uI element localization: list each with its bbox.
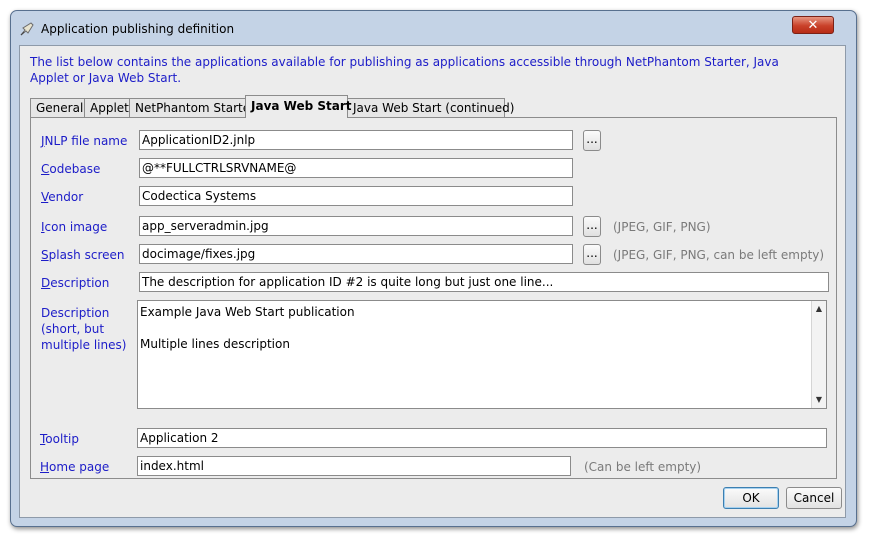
splash-screen-input[interactable]: docimage/fixes.jpg (139, 244, 573, 264)
dialog-client-area: The list below contains the applications… (19, 45, 846, 518)
tab-general[interactable]: General (30, 98, 85, 117)
jnlp-file-name-label: JNLP file name (41, 134, 128, 148)
vendor-label: Vendor (41, 190, 84, 204)
window-title: Application publishing definition (41, 22, 235, 36)
description-multiline-label: Description (short, but multiple lines) (41, 306, 127, 352)
tooltip-label: Tooltip (40, 432, 79, 446)
tab-java-web-start-continued[interactable]: Java Web Start (continued) (347, 98, 514, 117)
ok-button[interactable]: OK (723, 487, 779, 509)
jnlp-file-name-input[interactable]: ApplicationID2.jnlp (139, 130, 573, 150)
scroll-down-icon[interactable]: ▼ (812, 393, 826, 407)
scroll-up-icon[interactable]: ▲ (812, 302, 826, 316)
intro-text: The list below contains the applications… (30, 55, 779, 85)
vendor-input[interactable]: Codectica Systems (139, 186, 573, 206)
description-input[interactable]: The description for application ID #2 is… (139, 272, 829, 292)
codebase-label: Codebase (41, 162, 101, 176)
cancel-button[interactable]: Cancel (786, 487, 842, 509)
home-page-input[interactable]: index.html (137, 456, 571, 476)
home-page-label: Home page (40, 460, 110, 474)
close-button[interactable]: ✕ (792, 16, 834, 34)
icon-image-input[interactable]: app_serveradmin.jpg (139, 216, 573, 236)
tooltip-input[interactable]: Application 2 (137, 428, 827, 448)
close-icon: ✕ (807, 18, 819, 33)
icon-image-browse-button[interactable]: ... (583, 216, 601, 237)
jnlp-browse-button[interactable]: ... (583, 130, 601, 151)
splash-screen-hint: (JPEG, GIF, PNG, can be left empty) (613, 248, 825, 262)
tab-applet[interactable]: Applet (84, 98, 130, 117)
dialog-window: Application publishing definition ✕ The … (10, 10, 857, 527)
codebase-input[interactable]: @**FULLCTRLSRVNAME@ (139, 158, 573, 178)
description-label: Description (41, 276, 110, 290)
title-bar[interactable]: Application publishing definition ✕ (11, 11, 856, 45)
tab-panel: JNLP file name ApplicationID2.jnlp ... C… (30, 117, 837, 479)
home-page-hint: (Can be left empty) (584, 460, 702, 474)
icon-image-hint: (JPEG, GIF, PNG) (613, 220, 711, 234)
description-multiline-textarea[interactable]: Example Java Web Start publication Multi… (137, 300, 827, 409)
application-icon (20, 22, 34, 36)
icon-image-label: Icon image (41, 220, 108, 234)
vertical-scrollbar[interactable]: ▲ ▼ (811, 301, 826, 408)
tab-netphantom-starter[interactable]: NetPhantom Starter (129, 98, 255, 117)
description-multiline-text: Example Java Web Start publication Multi… (140, 305, 355, 351)
splash-screen-browse-button[interactable]: ... (583, 244, 601, 265)
tab-java-web-start[interactable]: Java Web Start (245, 95, 352, 118)
splash-screen-label: Splash screen (41, 248, 125, 262)
